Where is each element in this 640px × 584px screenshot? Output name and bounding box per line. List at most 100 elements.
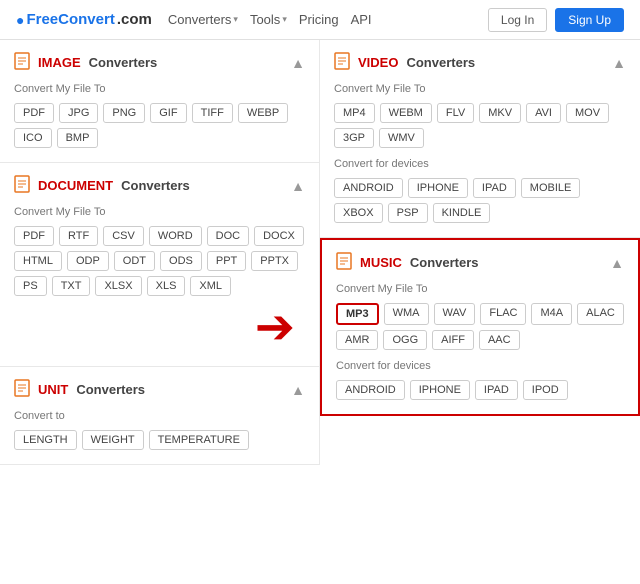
tag-wmv[interactable]: WMV [379,128,424,148]
tag-png[interactable]: PNG [103,103,145,123]
tag-m4a[interactable]: M4A [531,303,572,325]
tag-xls[interactable]: XLS [147,276,186,296]
tag-docx[interactable]: DOCX [254,226,304,246]
tag-ods[interactable]: ODS [160,251,202,271]
tag-3gp[interactable]: 3GP [334,128,374,148]
music-icon [336,252,352,273]
document-sub-label: Convert My File To [14,206,305,218]
tag-mkv[interactable]: MKV [479,103,521,123]
tag-webp[interactable]: WEBP [238,103,288,123]
logo[interactable]: ● FreeConvert.com [16,11,152,28]
image-sub-label: Convert My File To [14,83,305,95]
unit-keyword: UNIT [38,382,68,397]
tag-xml[interactable]: XML [190,276,231,296]
document-collapse-button[interactable]: ▲ [291,178,305,194]
tag-ogg[interactable]: OGG [383,330,427,350]
nav-pricing[interactable]: Pricing [299,12,339,27]
image-keyword: IMAGE [38,55,81,70]
chevron-down-icon: ▾ [282,14,287,25]
tag-mobile[interactable]: MOBILE [521,178,581,198]
tag-doc[interactable]: DOC [207,226,249,246]
tag-txt[interactable]: TXT [52,276,91,296]
tag-amr[interactable]: AMR [336,330,378,350]
document-keyword: DOCUMENT [38,178,113,193]
music-section: MUSIC Converters ▲ Convert My File To MP… [320,238,640,416]
document-icon [14,175,30,196]
music-device-tags: ANDROID IPHONE IPAD IPOD [336,380,624,400]
tag-bmp[interactable]: BMP [57,128,99,148]
tag-mp3[interactable]: MP3 [336,303,379,325]
tag-iphone[interactable]: IPHONE [408,178,468,198]
tag-kindle[interactable]: KINDLE [433,203,491,223]
tag-ipod[interactable]: IPOD [523,380,568,400]
tag-odt[interactable]: ODT [114,251,155,271]
tag-alac[interactable]: ALAC [577,303,624,325]
image-rest: Converters [89,55,158,70]
tag-aiff[interactable]: AIFF [432,330,474,350]
tag-length[interactable]: LENGTH [14,430,77,450]
music-rest: Converters [410,255,479,270]
tag-webm[interactable]: WEBM [380,103,432,123]
tag-android[interactable]: ANDROID [334,178,403,198]
music-keyword: MUSIC [360,255,402,270]
tag-odp[interactable]: ODP [67,251,109,271]
signup-button[interactable]: Sign Up [555,8,624,32]
tag-ipad[interactable]: IPAD [473,178,516,198]
unit-section-title: UNIT Converters [14,379,145,400]
nav-converters[interactable]: Converters ▾ [168,12,238,27]
unit-section: UNIT Converters ▲ Convert to LENGTH WEIG… [0,367,319,465]
tag-html[interactable]: HTML [14,251,62,271]
tag-wav[interactable]: WAV [434,303,476,325]
image-collapse-button[interactable]: ▲ [291,55,305,71]
site-header: ● FreeConvert.com Converters ▾ Tools ▾ P… [0,0,640,40]
video-sub-label: Convert My File To [334,83,626,95]
unit-sub-label: Convert to [14,410,305,422]
tag-ico[interactable]: ICO [14,128,52,148]
tag-mov[interactable]: MOV [566,103,609,123]
video-icon [334,52,350,73]
tag-mp4[interactable]: MP4 [334,103,375,123]
tag-xlsx[interactable]: XLSX [95,276,141,296]
right-column: VIDEO Converters ▲ Convert My File To MP… [320,40,640,465]
tag-jpg[interactable]: JPG [59,103,98,123]
tag-android[interactable]: ANDROID [336,380,405,400]
music-sub-label: Convert My File To [336,283,624,295]
image-tags: PDF JPG PNG GIF TIFF WEBP ICO BMP [14,103,305,148]
tag-psp[interactable]: PSP [388,203,428,223]
tag-wma[interactable]: WMA [384,303,429,325]
right-arrow-icon: ➔ [255,304,295,352]
tag-temperature[interactable]: TEMPERATURE [149,430,249,450]
tag-ipad[interactable]: IPAD [475,380,518,400]
tag-iphone[interactable]: IPHONE [410,380,470,400]
video-collapse-button[interactable]: ▲ [612,55,626,71]
tag-avi[interactable]: AVI [526,103,561,123]
document-section-title: DOCUMENT Converters [14,175,190,196]
tag-flv[interactable]: FLV [437,103,474,123]
tag-pdf[interactable]: PDF [14,103,54,123]
unit-collapse-button[interactable]: ▲ [291,382,305,398]
tag-weight[interactable]: WEIGHT [82,430,144,450]
document-rest: Converters [121,178,190,193]
tag-ps[interactable]: PS [14,276,47,296]
nav-api[interactable]: API [351,12,372,27]
tag-tiff[interactable]: TIFF [192,103,233,123]
logo-text: FreeConvert [26,11,114,28]
image-section-header: IMAGE Converters ▲ [14,52,305,73]
video-section: VIDEO Converters ▲ Convert My File To MP… [320,40,640,238]
tag-aac[interactable]: AAC [479,330,520,350]
tag-ppt[interactable]: PPT [207,251,246,271]
unit-section-header: UNIT Converters ▲ [14,379,305,400]
tag-pptx[interactable]: PPTX [251,251,298,271]
tag-rtf[interactable]: RTF [59,226,98,246]
tag-word[interactable]: WORD [149,226,202,246]
video-section-header: VIDEO Converters ▲ [334,52,626,73]
tag-csv[interactable]: CSV [103,226,144,246]
tag-pdf[interactable]: PDF [14,226,54,246]
tag-xbox[interactable]: XBOX [334,203,383,223]
nav-tools[interactable]: Tools ▾ [250,12,287,27]
arrow-container: ➔ [14,304,305,352]
tag-gif[interactable]: GIF [150,103,186,123]
tag-flac[interactable]: FLAC [480,303,526,325]
music-collapse-button[interactable]: ▲ [610,255,624,271]
login-button[interactable]: Log In [488,8,547,32]
